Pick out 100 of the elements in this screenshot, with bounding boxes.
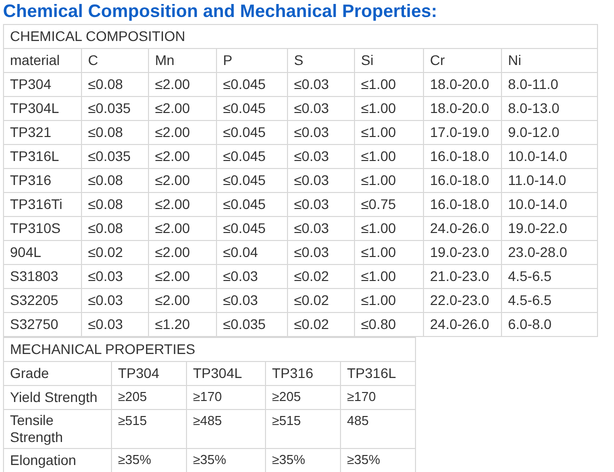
table-cell: ≤2.00 [148,288,216,312]
column-header: Cr [424,48,502,72]
table-cell: ≤0.75 [354,192,424,216]
table-cell: 16.0-18.0 [424,168,502,192]
table-cell: ≤0.03 [82,288,148,312]
table-cell: 9.0-12.0 [502,120,598,144]
table-cell: ≤0.80 [354,312,424,336]
column-header: S [288,48,354,72]
table-cell: ≤1.00 [354,96,424,120]
column-header: TP304L [186,362,266,386]
table-cell: ≤0.08 [82,192,148,216]
column-header: P [216,48,288,72]
table-cell: ≤0.03 [288,192,354,216]
table-cell: ≤0.03 [216,288,288,312]
table-cell: ≤2.00 [148,192,216,216]
table-cell: ≤0.08 [82,72,148,96]
table-cell: 22.0-23.0 [424,288,502,312]
table-cell: 24.0-26.0 [424,216,502,240]
page-heading: Chemical Composition and Mechanical Properties: [3,0,438,23]
table-cell: ≤1.00 [354,144,424,168]
table-cell: 11.0-14.0 [502,168,598,192]
row-label: S32205 [4,288,82,312]
table-cell: ≥485 [186,410,266,448]
column-header: C [82,48,148,72]
table-cell: ≤0.03 [288,168,354,192]
table-cell: ≤0.03 [288,120,354,144]
table-cell: 10.0-14.0 [502,192,598,216]
table-cell: ≤0.035 [82,96,148,120]
table-title: MECHANICAL PROPERTIES [4,338,416,362]
table-cell: ≤0.03 [288,72,354,96]
table-title: CHEMICAL COMPOSITION [4,24,598,48]
table-cell: 6.0-8.0 [502,312,598,336]
table-cell: ≤0.045 [216,144,288,168]
column-header: Ni [502,48,598,72]
table-cell: ≤0.03 [216,264,288,288]
table-cell: 21.0-23.0 [424,264,502,288]
row-label: TP310S [4,216,82,240]
table-cell: ≤0.03 [82,264,148,288]
table-cell: ≥205 [112,386,186,410]
row-label: TP316Ti [4,192,82,216]
table-cell: ≤1.00 [354,168,424,192]
row-label: Elongation [4,448,112,472]
table-cell: ≤0.02 [82,240,148,264]
table-cell: ≤2.00 [148,240,216,264]
table-cell: ≤0.03 [288,240,354,264]
table-cell: ≤1.00 [354,240,424,264]
table-cell: ≤2.00 [148,144,216,168]
table-cell: ≤0.045 [216,168,288,192]
table-cell: 8.0-13.0 [502,96,598,120]
table-cell: ≤0.04 [216,240,288,264]
row-label: TP321 [4,120,82,144]
table-cell: 8.0-11.0 [502,72,598,96]
row-label: Yield Strength [4,386,112,410]
row-label: Tensile Strength [4,410,112,448]
table-cell: ≥515 [112,410,186,448]
table-cell: 4.5-6.5 [502,264,598,288]
table-cell: ≤0.02 [288,312,354,336]
table-cell: ≤2.00 [148,72,216,96]
table-cell: ≤0.045 [216,216,288,240]
table-cell: 19.0-23.0 [424,240,502,264]
column-header: material [4,48,82,72]
table-cell: 18.0-20.0 [424,96,502,120]
row-label: TP316L [4,144,82,168]
row-label: TP316 [4,168,82,192]
table-cell: ≤1.20 [148,312,216,336]
table-cell: ≤1.00 [354,120,424,144]
table-cell: ≤2.00 [148,168,216,192]
column-header: TP316L [340,362,416,386]
row-label: TP304 [4,72,82,96]
table-cell: ≤0.03 [288,144,354,168]
table-cell: ≥205 [266,386,340,410]
table-cell: ≤0.045 [216,120,288,144]
table-cell: ≤2.00 [148,120,216,144]
table-cell: ≤0.03 [288,96,354,120]
row-label: TP304L [4,96,82,120]
table-cell: 16.0-18.0 [424,144,502,168]
table-cell: ≤0.045 [216,192,288,216]
table-cell: 18.0-20.0 [424,72,502,96]
table-cell: ≤0.035 [216,312,288,336]
table-cell: 24.0-26.0 [424,312,502,336]
table-cell: 19.0-22.0 [502,216,598,240]
table-cell: ≤1.00 [354,288,424,312]
table-cell: ≤2.00 [148,216,216,240]
table-cell: ≤2.00 [148,96,216,120]
row-label: S31803 [4,264,82,288]
table-cell: 485 [340,410,416,448]
column-header: TP316 [266,362,340,386]
table-cell: ≤0.08 [82,120,148,144]
column-header: Si [354,48,424,72]
column-header: Mn [148,48,216,72]
table-cell: ≥170 [340,386,416,410]
row-label: 904L [4,240,82,264]
table-cell: 16.0-18.0 [424,192,502,216]
table-cell: 4.5-6.5 [502,288,598,312]
table-cell: ≤0.02 [288,288,354,312]
column-header: TP304 [112,362,186,386]
table-cell: ≤0.035 [82,144,148,168]
table-cell: ≤0.045 [216,72,288,96]
table-cell: 23.0-28.0 [502,240,598,264]
table-cell: ≤0.08 [82,216,148,240]
